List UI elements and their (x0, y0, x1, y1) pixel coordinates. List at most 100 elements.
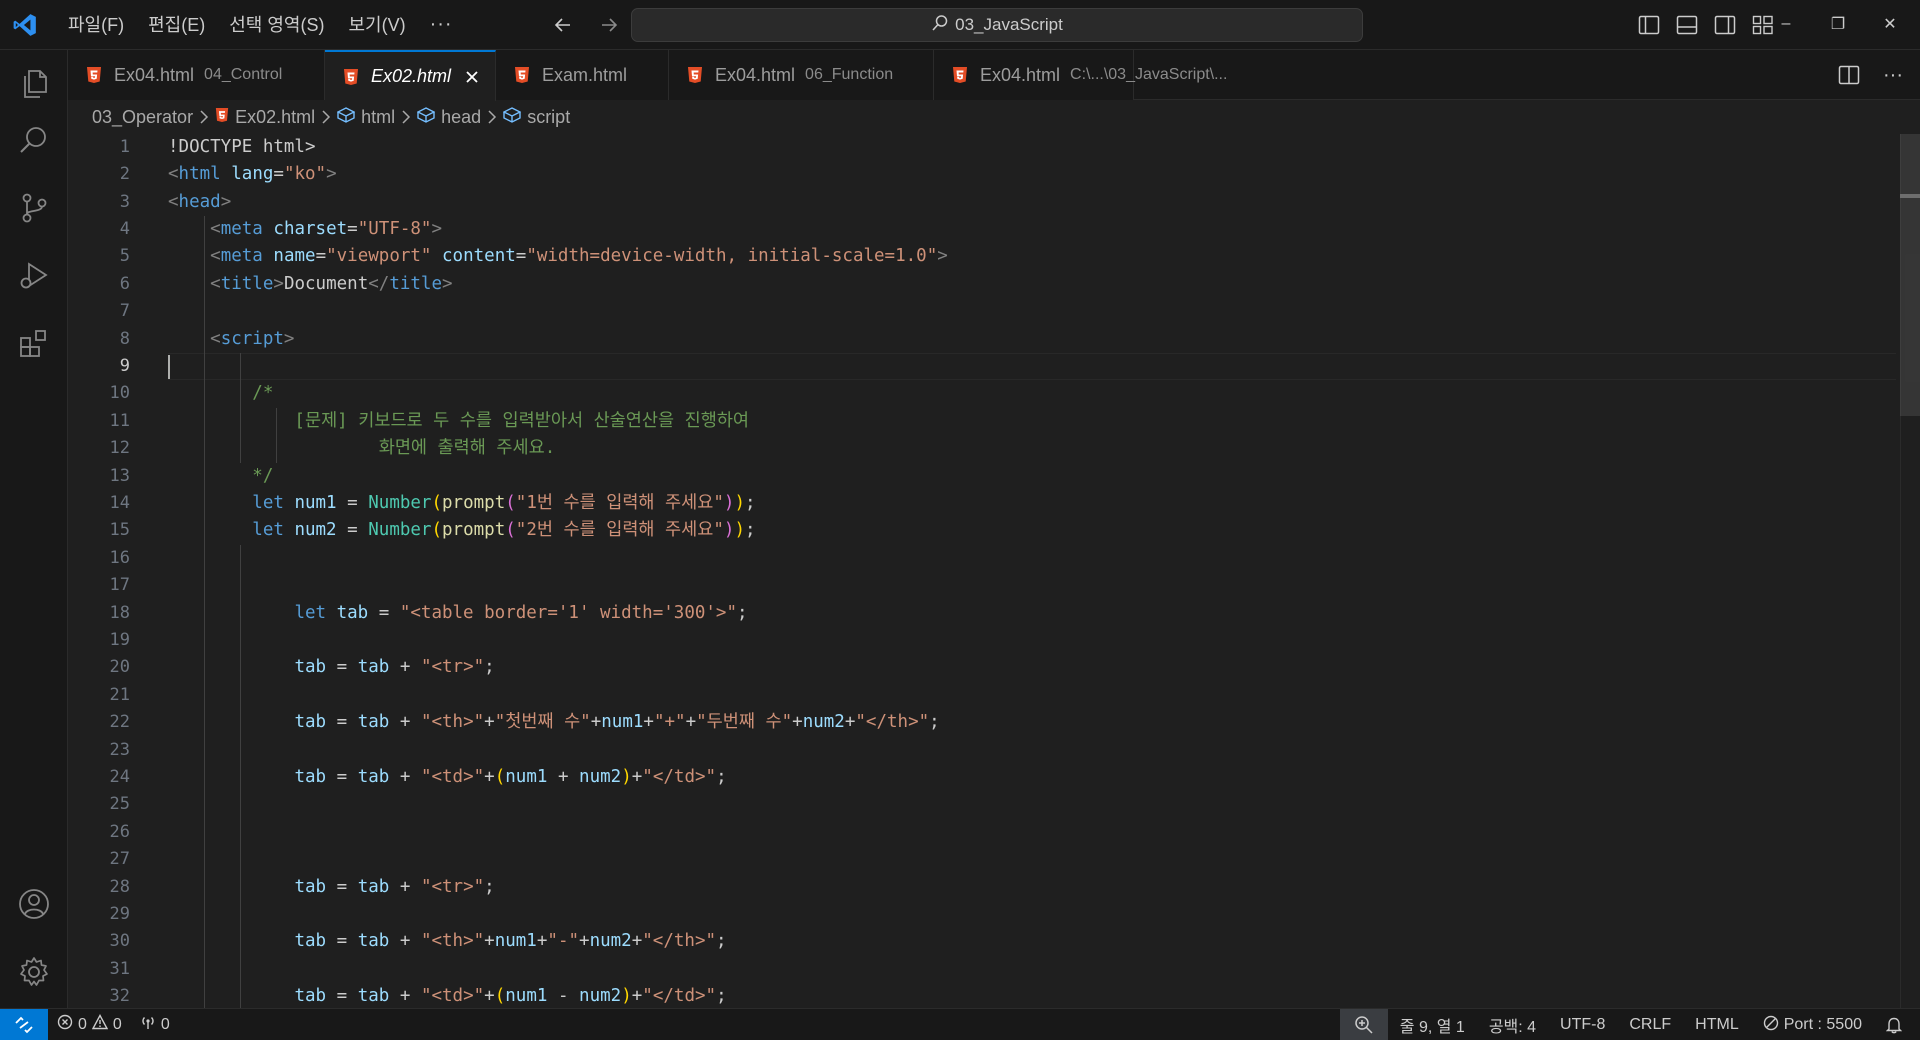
html5-file-icon (514, 66, 530, 84)
split-editor-icon[interactable] (1834, 60, 1864, 90)
accounts-icon[interactable] (0, 870, 68, 938)
editor-actions: ··· (1834, 60, 1908, 90)
html5-file-icon (952, 66, 968, 84)
minimize-button[interactable]: – (1760, 0, 1812, 48)
close-window-button[interactable]: ✕ (1864, 0, 1916, 48)
more-actions-icon[interactable]: ··· (1878, 60, 1908, 90)
error-icon (57, 1014, 73, 1035)
code-line[interactable]: <meta charset="UTF-8"> (168, 216, 442, 243)
live-server-port-status[interactable]: Port : 5500 (1751, 1009, 1874, 1040)
code-line[interactable]: tab = tab + "<tr>"; (168, 874, 494, 901)
tab-exam[interactable]: Exam.html (496, 50, 669, 100)
tab-filename: Ex04.html (980, 64, 1061, 85)
toggle-primary-sidebar-icon[interactable] (1634, 10, 1664, 40)
error-count: 0 (78, 1015, 87, 1033)
text-cursor (168, 354, 170, 379)
tab-ex04-function[interactable]: Ex04.html 06_Function (669, 50, 934, 100)
ports-status[interactable]: 0 (131, 1009, 179, 1040)
code-line[interactable]: tab = tab + "<th>"+num1+"-"+num2+"</th>"… (168, 928, 726, 955)
menu-selection[interactable]: 선택 영역(S) (217, 8, 336, 42)
source-control-icon[interactable] (0, 174, 68, 242)
restore-button[interactable]: ❐ (1812, 0, 1864, 48)
code-line[interactable]: <head> (168, 189, 231, 216)
symbol-element-icon (336, 106, 356, 128)
chevron-right-icon (321, 110, 331, 124)
scrollbar-thumb[interactable] (1900, 134, 1920, 416)
extensions-icon[interactable] (0, 310, 68, 378)
menu-file[interactable]: 파일(F) (56, 8, 136, 42)
code-line[interactable]: 화면에 출력해 주세요. (168, 435, 556, 462)
zoom-in-icon[interactable] (1339, 1009, 1388, 1040)
line-number: 6 (119, 273, 130, 294)
indentation-status[interactable]: 공백: 4 (1477, 1009, 1548, 1040)
code-area[interactable]: !DOCTYPE html> <html lang="ko"> <head> <me… (168, 134, 1896, 1011)
forward-arrow-icon[interactable] (594, 10, 624, 40)
toggle-secondary-sidebar-icon[interactable] (1710, 10, 1740, 40)
eol-status[interactable]: CRLF (1617, 1009, 1683, 1040)
code-line[interactable]: tab = tab + "<td>"+(num1 + num2)+"</td>"… (168, 764, 726, 791)
tab-ex04-javascript[interactable]: Ex04.html C:\...\03_JavaScript\... (934, 50, 1227, 100)
settings-gear-icon[interactable] (0, 938, 68, 1006)
tab-filename: Ex02.html (371, 66, 452, 86)
warning-count: 0 (112, 1015, 122, 1033)
title-bar: 파일(F) 편집(E) 선택 영역(S) 보기(V) ··· 03_JavaSc… (0, 0, 1920, 50)
line-number-gutter: 1 2 3 4 5 6 7 8 9 10 11 12 13 14 15 16 17 18 19 20 21 22 23 24 2… (68, 134, 130, 1008)
remote-indicator-icon[interactable] (0, 1008, 48, 1040)
back-arrow-icon[interactable] (548, 10, 578, 40)
line-number: 22 (109, 712, 130, 733)
code-editor[interactable]: 1 2 3 4 5 6 7 8 9 10 11 12 13 14 15 16 17 18 19 20 21 22 23 24 2… (68, 134, 1920, 1011)
breadcrumb-file[interactable]: Ex02.html (215, 107, 315, 128)
breadcrumb-head[interactable]: head (416, 107, 481, 128)
layout-controls (1634, 10, 1778, 40)
code-line[interactable]: <script> (168, 326, 294, 353)
tab-ex04-control[interactable]: Ex04.html 04_Control (68, 50, 325, 100)
language-mode-status[interactable]: HTML (1683, 1009, 1751, 1040)
menu-more-button[interactable]: ··· (418, 13, 465, 36)
line-number: 32 (109, 986, 130, 1007)
code-line[interactable]: let num2 = Number(prompt("2번 수를 입력해 주세요"… (168, 517, 755, 544)
status-bar-right: 줄 9, 열 1 공백: 4 UTF-8 CRLF HTML Port : 55… (1339, 1009, 1920, 1040)
code-line[interactable]: let tab = "<table border='1' width='300'… (168, 600, 747, 627)
code-line[interactable]: [문제] 키보드로 두 수를 입력받아서 산술연산을 진행하여 (168, 408, 749, 435)
line-number: 16 (109, 547, 130, 568)
line-number: 28 (109, 876, 130, 897)
breadcrumb-script[interactable]: script (502, 106, 570, 128)
tab-description: C:\...\03_JavaScript\... (1070, 66, 1228, 83)
code-line[interactable]: <title>Document</title> (168, 271, 452, 298)
toggle-panel-icon[interactable] (1672, 10, 1702, 40)
close-tab-icon[interactable] (461, 66, 483, 88)
breadcrumb-html[interactable]: html (336, 106, 395, 128)
menu-edit[interactable]: 편집(E) (136, 8, 217, 42)
run-debug-icon[interactable] (0, 242, 68, 310)
encoding-status[interactable]: UTF-8 (1548, 1009, 1617, 1040)
line-number: 17 (109, 575, 130, 596)
code-line[interactable]: !DOCTYPE html> (168, 134, 316, 161)
code-line[interactable]: <html lang="ko"> (168, 161, 337, 188)
notifications-bell-icon[interactable] (1874, 1009, 1920, 1040)
activity-bar (0, 50, 68, 1008)
tab-filename: Exam.html (542, 64, 628, 85)
chevron-right-icon (199, 110, 209, 124)
code-line[interactable]: <meta name="viewport" content="width=dev… (168, 243, 948, 270)
tab-filename: Ex04.html (715, 64, 796, 85)
menu-view[interactable]: 보기(V) (336, 8, 417, 42)
menu-bar: 파일(F) 편집(E) 선택 영역(S) 보기(V) ··· (56, 8, 465, 42)
vertical-scrollbar[interactable] (1900, 134, 1920, 1008)
cursor-position-status[interactable]: 줄 9, 열 1 (1388, 1009, 1477, 1040)
code-line[interactable]: */ (168, 463, 273, 490)
code-line[interactable]: tab = tab + "<td>"+(num1 - num2)+"</td>"… (168, 983, 726, 1010)
problems-status[interactable]: 0 0 (48, 1009, 131, 1040)
symbol-element-icon (502, 106, 522, 128)
search-icon (931, 14, 949, 37)
command-center-search[interactable]: 03_JavaScript (631, 8, 1363, 42)
tab-ex02-active[interactable]: Ex02.html (325, 50, 496, 101)
code-line[interactable]: tab = tab + "<th>"+"첫번째 수"+num1+"+"+"두번째… (168, 709, 939, 736)
html5-file-icon (215, 107, 229, 128)
code-line[interactable]: let num1 = Number(prompt("1번 수를 입력해 주세요"… (168, 490, 755, 517)
code-line[interactable]: tab = tab + "<tr>"; (168, 654, 494, 681)
line-number: 12 (109, 438, 130, 459)
breadcrumb-folder[interactable]: 03_Operator (92, 107, 193, 128)
search-activity-icon[interactable] (0, 106, 68, 174)
window-controls: – ❐ ✕ (1760, 0, 1916, 48)
code-line[interactable]: /* (168, 380, 273, 407)
